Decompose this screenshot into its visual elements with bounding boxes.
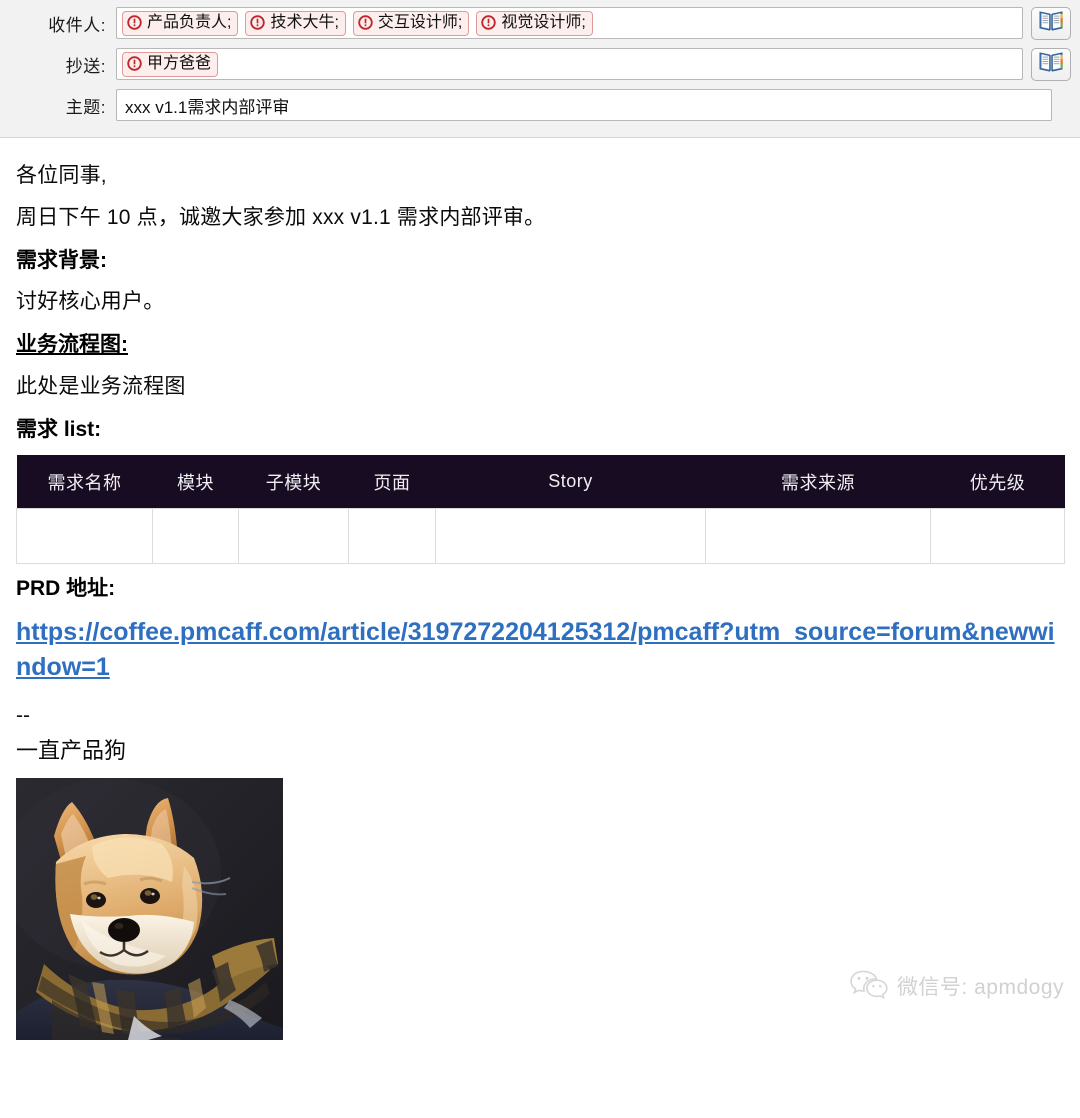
error-circle-icon xyxy=(127,56,142,71)
recipient-name: 交互设计师; xyxy=(377,13,463,31)
heading-prd-address: PRD 地址: xyxy=(16,577,116,601)
error-circle-icon xyxy=(127,15,142,30)
requirements-table: 需求名称 模块 子模块 页面 Story 需求来源 优先级 xyxy=(16,454,1065,565)
table-cell[interactable] xyxy=(152,508,239,565)
table-header-cell: 优先级 xyxy=(930,454,1065,509)
signature-dog-photo xyxy=(16,777,283,1040)
requirement-background-text: 讨好核心用户。 xyxy=(16,290,165,314)
error-circle-icon xyxy=(358,15,373,30)
mail-body: 各位同事, 周日下午 10 点，诚邀大家参加 xxx v1.1 需求内部评审。 … xyxy=(0,138,1080,1040)
address-book-icon xyxy=(1038,9,1064,38)
table-header-cell: 需求来源 xyxy=(705,454,931,509)
error-circle-icon xyxy=(250,15,266,30)
table-header-cell: 需求名称 xyxy=(16,454,153,509)
cc-recipients-input[interactable]: 甲方爸爸 xyxy=(116,48,1023,80)
to-field-row: 收件人: 产品负责人; 技术大牛; 交互设计师; 视觉设计师; xyxy=(0,5,1080,41)
wechat-icon xyxy=(850,969,888,1004)
cc-address-book-button[interactable] xyxy=(1031,47,1071,81)
subject-field-label: 主题: xyxy=(65,97,106,117)
table-header-cell: Story xyxy=(435,454,706,509)
table-header-cell: 页面 xyxy=(348,454,436,509)
table-header-row: 需求名称 模块 子模块 页面 Story 需求来源 优先级 xyxy=(16,454,1065,509)
prd-link[interactable]: https://coffee.pmcaff.com/article/319727… xyxy=(16,615,1064,686)
recipient-chip[interactable]: 交互设计师; xyxy=(352,10,470,36)
recipient-name: 技术大牛; xyxy=(270,13,339,31)
table-row[interactable] xyxy=(16,508,1065,565)
recipient-name: 甲方爸爸 xyxy=(147,54,212,72)
cc-field-row: 抄送: 甲方爸爸 xyxy=(0,46,1080,82)
recipient-chip[interactable]: 甲方爸爸 xyxy=(122,51,219,77)
heading-requirement-background: 需求背景: xyxy=(16,248,107,272)
heading-requirement-list: 需求 list: xyxy=(16,417,102,441)
recipient-chip[interactable]: 产品负责人; xyxy=(122,10,239,36)
recipient-name: 视觉设计师; xyxy=(501,13,586,31)
table-header-cell: 子模块 xyxy=(238,454,349,509)
business-flowchart-text: 此处是业务流程图 xyxy=(16,374,186,398)
table-cell[interactable] xyxy=(348,508,436,565)
intro-text: 周日下午 10 点，诚邀大家参加 xxx v1.1 需求内部评审。 xyxy=(16,205,546,229)
cc-field-label: 抄送: xyxy=(65,56,106,76)
subject-input[interactable]: xxx v1.1需求内部评审 xyxy=(116,89,1052,121)
table-header-cell: 模块 xyxy=(152,454,239,509)
subject-field-row: 主题: xxx v1.1需求内部评审 xyxy=(0,87,1080,123)
to-recipients-input[interactable]: 产品负责人; 技术大牛; 交互设计师; 视觉设计师; xyxy=(116,7,1023,39)
recipient-chip[interactable]: 视觉设计师; xyxy=(476,10,593,36)
subject-value: xxx v1.1需求内部评审 xyxy=(125,97,290,117)
to-address-book-button[interactable] xyxy=(1031,6,1071,40)
table-cell[interactable] xyxy=(930,508,1065,565)
table-cell[interactable] xyxy=(705,508,931,565)
greeting-text: 各位同事, xyxy=(16,164,107,187)
table-cell[interactable] xyxy=(238,508,349,565)
wechat-id-text: 微信号: apmdogy xyxy=(896,976,1064,1000)
signature-name: 一直产品狗 xyxy=(16,738,127,764)
to-field-label: 收件人: xyxy=(48,15,106,35)
signature-separator: -- xyxy=(16,703,30,727)
recipient-name: 产品负责人; xyxy=(147,13,232,31)
compose-header-panel: 收件人: 产品负责人; 技术大牛; 交互设计师; 视觉设计师; 抄送: 甲方爸爸… xyxy=(0,0,1080,138)
table-cell[interactable] xyxy=(435,508,706,565)
recipient-chip[interactable]: 技术大牛; xyxy=(245,10,346,36)
address-book-icon xyxy=(1038,50,1064,79)
error-circle-icon xyxy=(481,15,497,30)
table-cell[interactable] xyxy=(16,508,153,565)
heading-business-flowchart: 业务流程图: xyxy=(16,333,128,357)
wechat-watermark: 微信号: apmdogy xyxy=(850,969,1064,1004)
